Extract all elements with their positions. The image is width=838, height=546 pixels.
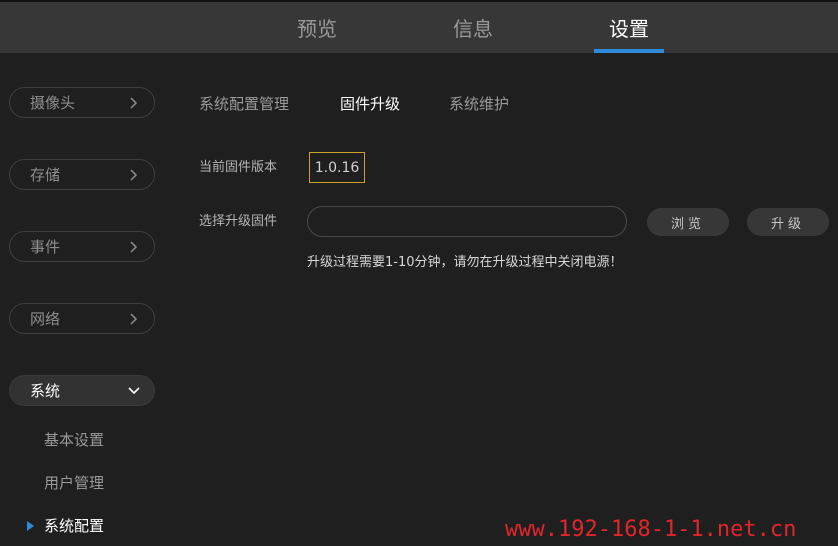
- chevron-down-icon: [128, 387, 140, 395]
- tab-settings-label: 设置: [609, 17, 649, 41]
- sidebar-item-label: 存储: [30, 166, 61, 184]
- sidebar-subitem-basic-settings[interactable]: 基本设置: [44, 429, 104, 451]
- tab-maintenance[interactable]: 系统维护: [449, 93, 509, 115]
- firmware-file-input[interactable]: [307, 206, 627, 237]
- triangle-right-icon: [27, 521, 34, 531]
- tab-preview[interactable]: 预览: [276, 2, 358, 53]
- tab-info-label: 信息: [453, 17, 493, 41]
- sidebar-item-label: 事件: [30, 238, 61, 256]
- sidebar-item-system[interactable]: 系统: [9, 375, 155, 406]
- sidebar-item-label: 系统: [30, 382, 61, 400]
- tab-info[interactable]: 信息: [432, 2, 514, 53]
- sidebar-item-storage[interactable]: 存储: [9, 159, 155, 190]
- sidebar-item-label: 摄像头: [30, 94, 76, 112]
- tab-preview-label: 预览: [297, 17, 337, 41]
- sidebar-item-camera[interactable]: 摄像头: [9, 87, 155, 118]
- chevron-right-icon: [130, 313, 138, 325]
- sidebar-subitem-system-config[interactable]: 系统配置: [44, 515, 104, 537]
- tab-firmware-upgrade[interactable]: 固件升级: [340, 93, 400, 115]
- top-navigation-bar: 预览 信息 设置: [0, 0, 838, 53]
- active-tab-underline: [594, 49, 664, 53]
- sidebar-item-label: 网络: [30, 310, 61, 328]
- version-text: 1.0.16: [314, 159, 360, 176]
- upgrade-button-label: 升级: [770, 216, 805, 232]
- select-firmware-label: 选择升级固件: [199, 214, 278, 229]
- chevron-right-icon: [130, 169, 138, 181]
- sidebar-subitem-user-management[interactable]: 用户管理: [44, 472, 104, 494]
- watermark-text: www.192-168-1-1.net.cn: [505, 517, 797, 542]
- tab-settings[interactable]: 设置: [594, 2, 664, 53]
- chevron-right-icon: [130, 97, 138, 109]
- browse-button[interactable]: 浏览: [647, 208, 729, 236]
- current-version-label: 当前固件版本: [199, 160, 278, 175]
- upgrade-warning-text: 升级过程需要1-10分钟，请勿在升级过程中关闭电源！: [307, 255, 623, 270]
- chevron-right-icon: [130, 241, 138, 253]
- sidebar-item-network[interactable]: 网络: [9, 303, 155, 334]
- sidebar-item-event[interactable]: 事件: [9, 231, 155, 262]
- current-version-value: 1.0.16: [309, 152, 365, 183]
- upgrade-button[interactable]: 升级: [747, 208, 829, 236]
- tab-config-management[interactable]: 系统配置管理: [199, 93, 289, 115]
- browse-button-label: 浏览: [670, 216, 705, 232]
